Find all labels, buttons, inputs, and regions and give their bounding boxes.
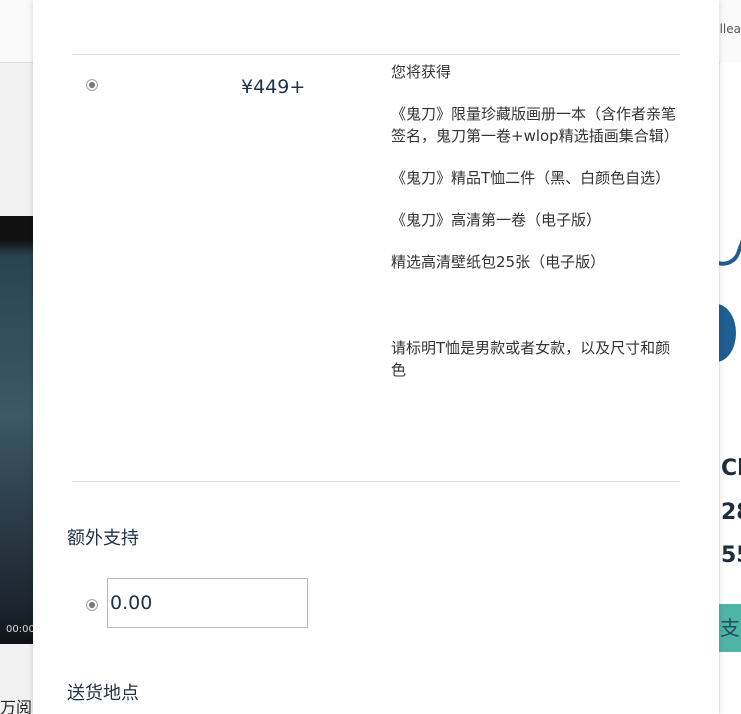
reward-note: 请标明T恤是男款或者女款，以及尺寸和颜色 (391, 339, 671, 379)
background-stat-2: 28 (721, 500, 741, 525)
reward-item-tshirt: 《鬼刀》精品T恤二件（黑、白颜色自选） (391, 169, 671, 187)
divider-middle (72, 481, 680, 482)
divider-top (72, 54, 680, 55)
video-time-label: 00:00 (6, 624, 35, 635)
support-modal: ¥449+ 您将获得 《鬼刀》限量珍藏版画册一本（含作者亲笔签名，鬼刀第一卷+w… (33, 0, 719, 714)
background-left-text: 万阅 (0, 698, 33, 714)
reward-item-wallpapers: 精选高清壁纸包25张（电子版） (391, 253, 606, 271)
reward-description: 您将获得 《鬼刀》限量珍藏版画册一本（含作者亲笔签名，鬼刀第一卷+wlop精选插… (391, 61, 681, 381)
background-top-bar-text: llea (719, 22, 741, 36)
extra-support-title: 额外支持 (67, 528, 139, 549)
reward-item-volume-one: 《鬼刀》高清第一卷（电子版） (391, 211, 602, 229)
background-stat-1: Cl (721, 456, 741, 481)
extra-support-radio[interactable] (86, 599, 98, 611)
extra-support-amount-input[interactable] (107, 578, 308, 628)
reward-price: ¥449+ (241, 76, 306, 98)
reward-radio[interactable] (86, 79, 98, 91)
shipping-location-title: 送货地点 (67, 683, 139, 704)
background-stat-3: 55 (721, 543, 741, 568)
reward-item-artbook: 《鬼刀》限量珍藏版画册一本（含作者亲笔签名，鬼刀第一卷+wlop精选插画集合辑） (391, 105, 679, 145)
reward-heading: 您将获得 (391, 63, 452, 81)
background-support-button[interactable]: 支 (716, 604, 741, 652)
background-video[interactable] (0, 216, 34, 644)
